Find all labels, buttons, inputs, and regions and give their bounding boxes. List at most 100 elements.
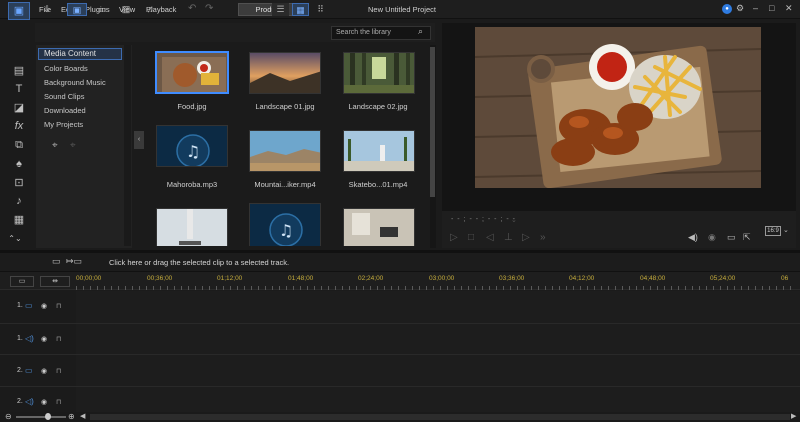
timeline-hint[interactable]: Click here or drag the selected clip to … — [109, 258, 289, 267]
project-title: New Untitled Project — [368, 5, 436, 14]
pip-room-icon[interactable]: ⧉ — [12, 138, 26, 152]
track-separator — [0, 386, 800, 387]
timecode-mode-dropdown[interactable]: ⌄ — [511, 216, 517, 224]
voice-room-icon[interactable]: ♪ — [12, 194, 26, 208]
thumbnail-skateboard[interactable] — [343, 130, 415, 172]
category-background-music[interactable]: Background Music — [44, 78, 106, 87]
track-number: 2. — [17, 367, 23, 374]
library-scrollbar-thumb[interactable] — [430, 47, 435, 197]
lock-icon[interactable]: ⊓ — [56, 398, 61, 406]
more-rooms-icon[interactable]: ⌃⌄ — [8, 232, 22, 246]
track-number: 1. — [17, 302, 23, 309]
partial-video-image-1 — [157, 209, 227, 246]
eye-icon[interactable]: ◉ — [41, 367, 47, 375]
tab-music-icon[interactable]: ♫ — [140, 3, 160, 16]
track-area[interactable] — [76, 291, 800, 415]
list-view-icon[interactable]: ☰ — [272, 3, 289, 16]
minimize-icon[interactable]: – — [753, 3, 758, 13]
volume-icon[interactable]: ◀) — [688, 232, 698, 243]
lock-icon[interactable]: ⊓ — [56, 302, 61, 310]
previous-frame-icon[interactable]: ◁ — [486, 232, 494, 243]
category-downloaded[interactable]: Downloaded — [44, 106, 86, 115]
dots-icon[interactable]: ⠿ — [312, 3, 329, 16]
video-track-icon[interactable]: ▭ — [25, 366, 33, 375]
lock-icon[interactable]: ⊓ — [56, 367, 61, 375]
lock-icon[interactable]: ⊓ — [56, 335, 61, 343]
stop-icon[interactable]: □ — [468, 232, 474, 243]
tab-image-icon[interactable]: ▨ — [116, 3, 136, 16]
thumbnail-partial-3[interactable] — [343, 208, 415, 246]
tab-media-icon[interactable]: ▣ — [67, 3, 87, 16]
thumbnail-mahoroba[interactable]: ♫ — [156, 125, 228, 167]
effect-room-icon[interactable]: fx — [12, 119, 26, 133]
grid-view-icon[interactable]: ▦ — [292, 3, 309, 16]
aspect-ratio-icon[interactable]: 16:9 — [765, 226, 781, 236]
audio-track-icon[interactable]: ◁) — [25, 334, 34, 343]
thumbnail-landscape-01[interactable] — [249, 52, 321, 94]
chapter-room-icon[interactable]: ⊡ — [12, 176, 26, 190]
thumbnail-food[interactable] — [155, 51, 229, 94]
redo-icon[interactable]: ↷ — [205, 3, 213, 14]
media-room-icon[interactable]: ▣ — [8, 2, 30, 20]
zoom-slider-thumb[interactable] — [45, 413, 51, 420]
track-separator — [0, 323, 800, 324]
particle-room-icon[interactable]: ♠ — [12, 157, 26, 171]
thumbnail-landscape-02[interactable] — [343, 52, 415, 94]
eye-icon[interactable]: ◉ — [41, 398, 47, 406]
zoom-in-icon[interactable]: ⊕ — [68, 412, 75, 421]
display-icon[interactable]: ▭ — [727, 232, 736, 243]
ruler-tick: 00;36;00 — [147, 275, 173, 282]
audio-track-icon[interactable]: ◁) — [25, 397, 34, 406]
timeline-scrollbar[interactable] — [90, 414, 790, 420]
title-room-icon[interactable]: T — [12, 82, 26, 96]
category-media-content[interactable]: Media Content — [38, 48, 122, 60]
category-sound-clips[interactable]: Sound Clips — [44, 92, 84, 101]
thumbnail-partial-1[interactable] — [156, 208, 228, 246]
track-number: 1. — [17, 335, 23, 342]
play-icon[interactable]: ▷ — [450, 232, 458, 243]
search-icon[interactable]: ⌕ — [418, 26, 423, 37]
timeline-view-icon[interactable]: ↦▭ — [66, 256, 82, 267]
thumbnail-landscape-02-label: Landscape 02.jpg — [348, 102, 408, 111]
undo-icon[interactable]: ↶ — [188, 3, 196, 14]
track-manager-icon[interactable]: ▭ — [10, 276, 34, 287]
fx-room-icon[interactable]: ▤ — [12, 64, 26, 78]
ruler-tick: 06 — [781, 275, 789, 282]
ruler-tick: 03;36;00 — [499, 275, 525, 282]
zoom-slider[interactable] — [16, 416, 66, 418]
settings-icon[interactable]: ⚙ — [736, 3, 744, 14]
maximize-icon[interactable]: □ — [769, 3, 774, 13]
fit-timeline-icon[interactable]: ⇹ — [40, 276, 70, 287]
thumbnail-partial-2[interactable]: ♫ — [249, 203, 321, 246]
subtitle-room-icon[interactable]: ▦ — [12, 213, 26, 227]
next-frame-icon[interactable]: ▷ — [522, 232, 530, 243]
tab-video-icon[interactable]: ▭ — [92, 3, 112, 16]
ruler-tick: 01;48;00 — [288, 275, 314, 282]
category-my-projects[interactable]: My Projects — [44, 120, 83, 129]
video-track-icon[interactable]: ▭ — [25, 301, 33, 310]
eye-icon[interactable]: ◉ — [41, 335, 47, 343]
account-icon[interactable]: ● — [722, 4, 732, 14]
category-color-boards[interactable]: Color Boards — [44, 64, 88, 73]
thumbnail-mountain-biker[interactable] — [249, 130, 321, 172]
snapshot-icon[interactable]: ◉ — [708, 232, 716, 243]
close-icon[interactable]: ✕ — [785, 3, 793, 14]
zoom-out-icon[interactable]: ⊖ — [5, 412, 12, 421]
fast-forward-icon[interactable]: » — [540, 232, 546, 243]
svg-text:♫: ♫ — [186, 142, 200, 161]
storyboard-icon[interactable]: ▭ — [52, 256, 61, 267]
undock-icon[interactable]: ⇱ — [743, 232, 751, 243]
ruler-tick: 04;48;00 — [640, 275, 666, 282]
search-input[interactable]: Search the library — [331, 26, 431, 40]
scroll-left-icon[interactable]: ◀ — [80, 412, 85, 420]
import-icon[interactable]: ⇩ — [37, 3, 57, 16]
add-tag-icon[interactable]: ⌖ — [52, 140, 58, 151]
transition-room-icon[interactable]: ◪ — [12, 101, 26, 115]
category-scrollbar[interactable] — [124, 45, 131, 246]
scroll-right-icon[interactable]: ▶ — [791, 412, 796, 420]
take-snapshot-icon[interactable]: ⊥ — [504, 232, 513, 243]
eye-icon[interactable]: ◉ — [41, 302, 47, 310]
remove-tag-icon[interactable]: ⌖ — [70, 140, 76, 151]
aspect-ratio-dropdown[interactable]: ⌄ — [783, 226, 789, 234]
collapse-panel-button[interactable]: ‹ — [134, 131, 144, 149]
